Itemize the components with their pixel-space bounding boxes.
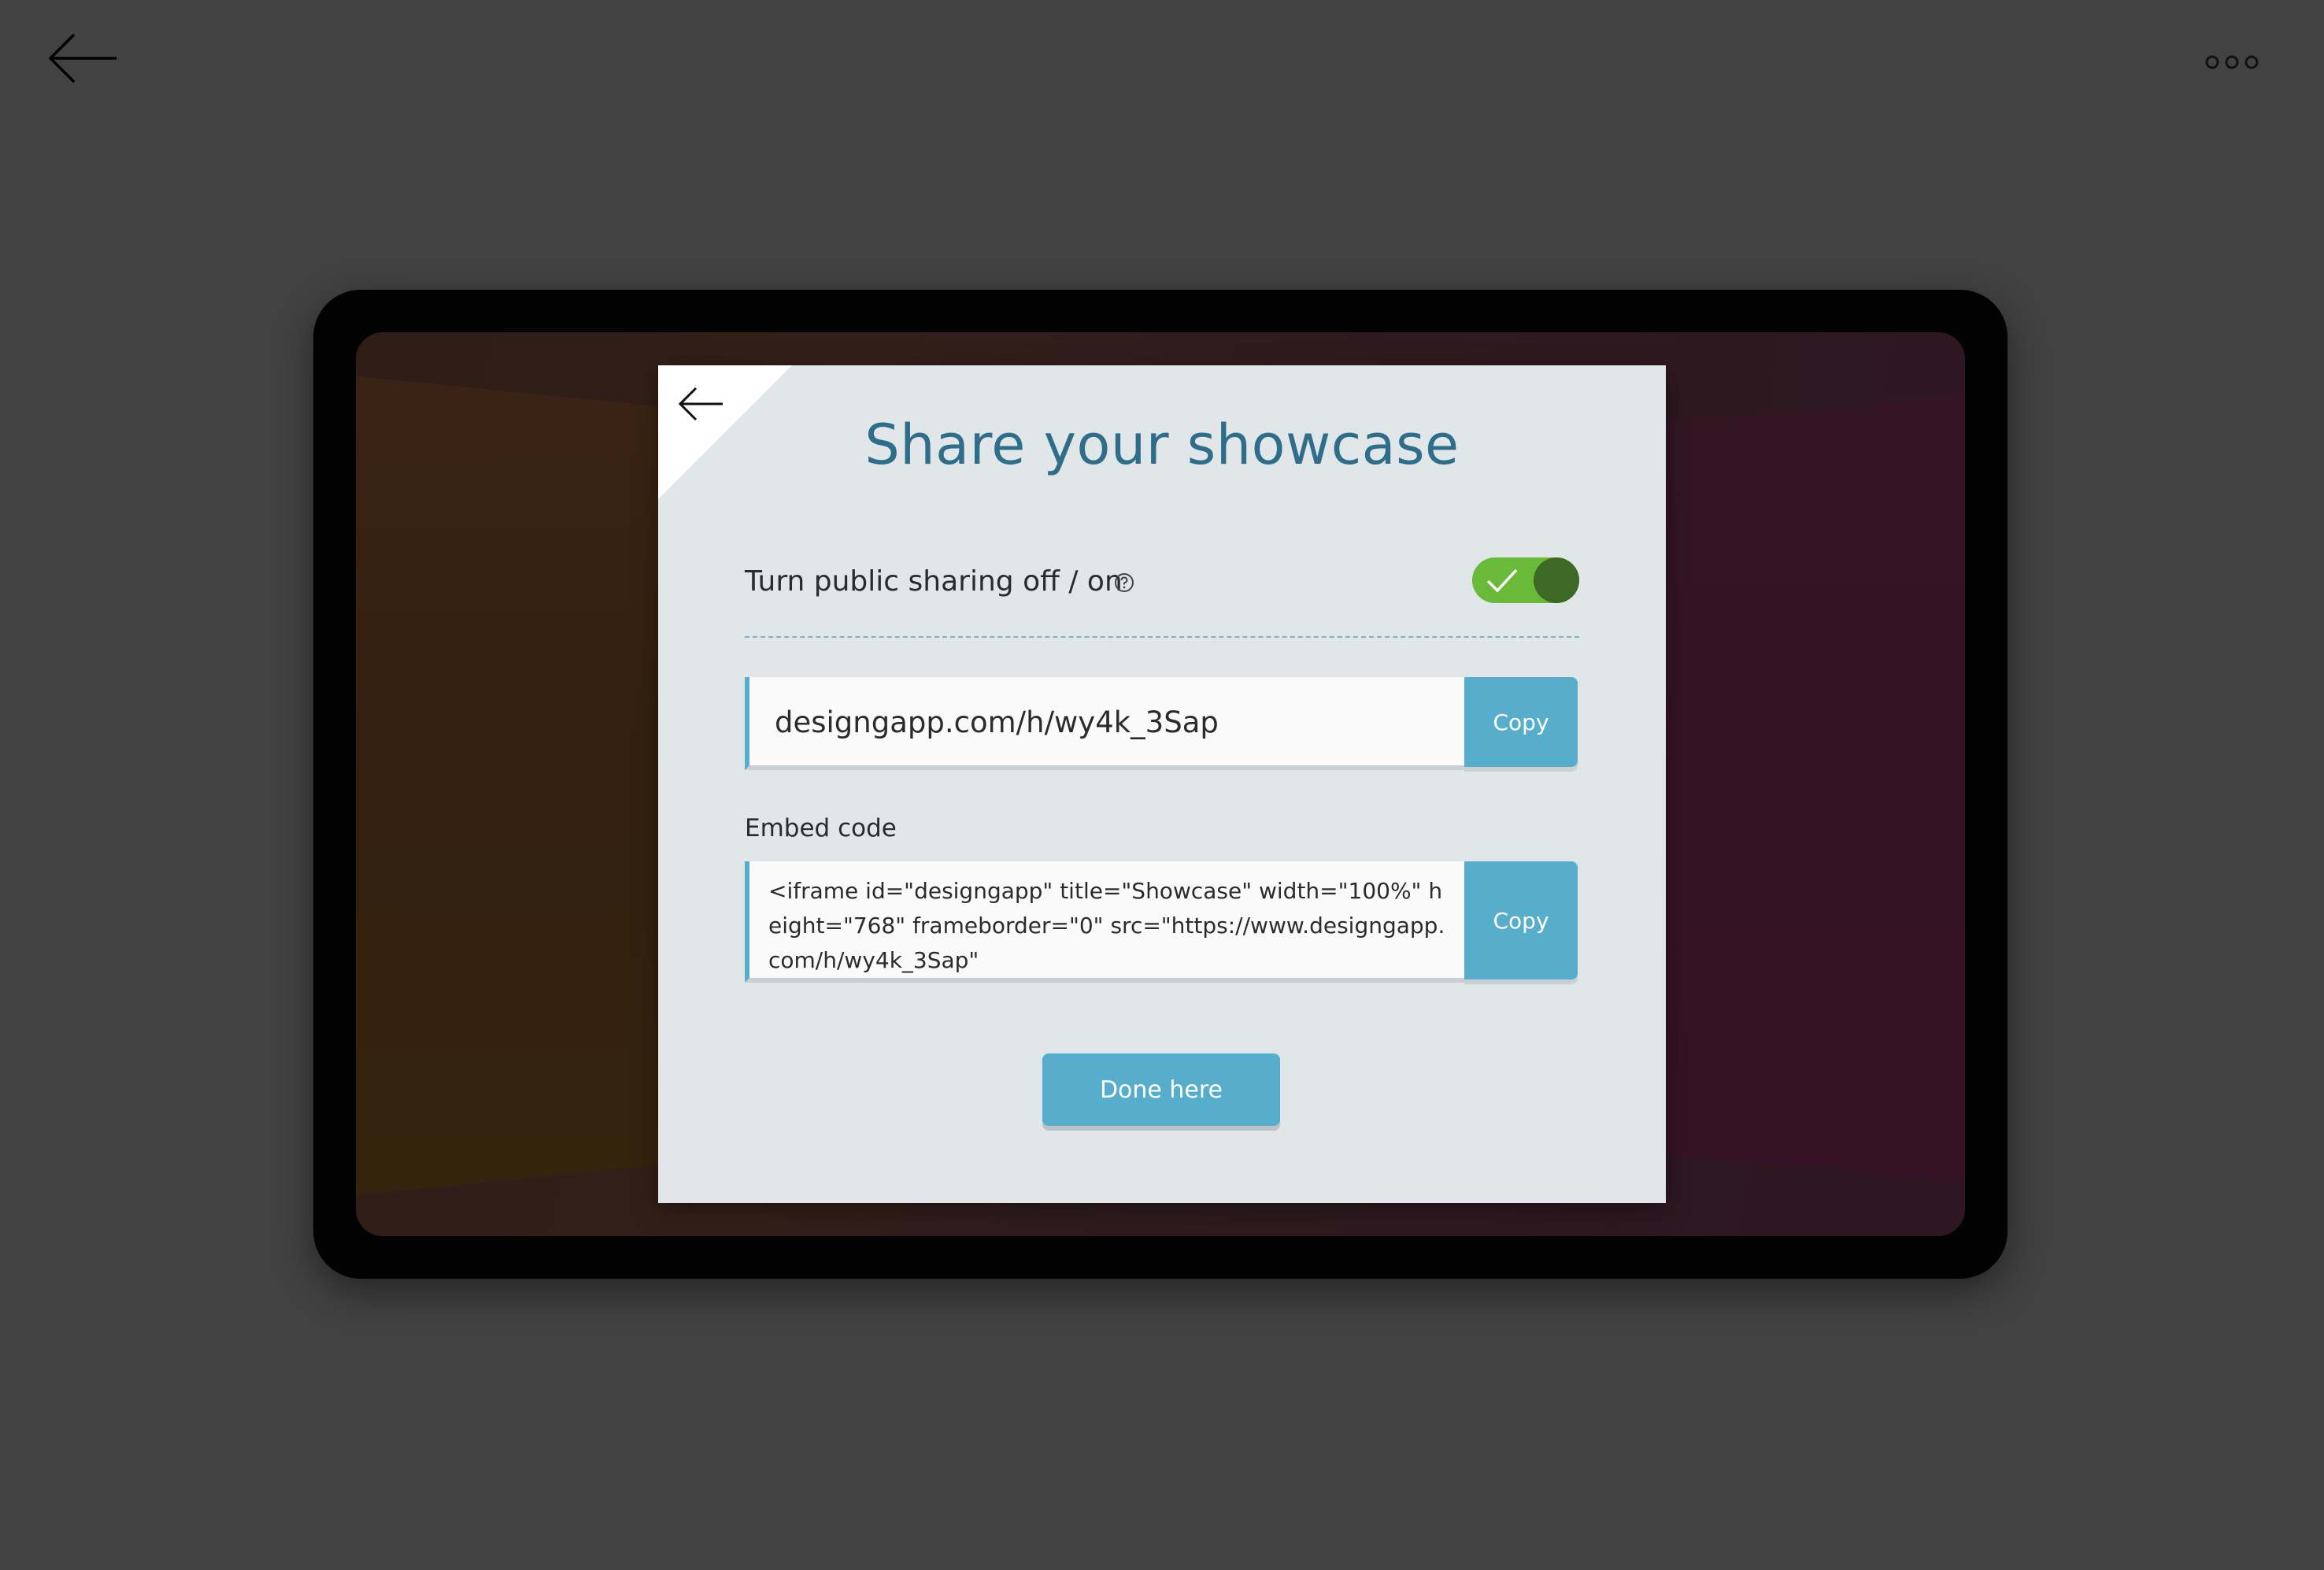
question-circle-icon[interactable] (1113, 572, 1135, 594)
public-sharing-label: Turn public sharing off / on (745, 565, 1123, 598)
check-icon (1486, 568, 1518, 593)
section-divider (745, 636, 1579, 638)
page-back-button[interactable] (46, 30, 121, 87)
share-dialog: Share your showcase Turn public sharing … (658, 365, 1666, 1203)
background-panel-left (356, 376, 686, 1195)
done-button[interactable]: Done here (1042, 1053, 1280, 1126)
dialog-title: Share your showcase (864, 413, 1460, 477)
background-panel-right (1634, 395, 1965, 1183)
embed-code-field[interactable]: <iframe id="designgapp" title="Showcase"… (745, 861, 1466, 983)
more-horizontal-icon (2205, 55, 2259, 69)
arrow-left-icon (48, 33, 117, 83)
share-url-value: designgapp.com/h/wy4k_3Sap (775, 705, 1219, 739)
embed-code-label: Embed code (745, 814, 897, 842)
share-url-field[interactable]: designgapp.com/h/wy4k_3Sap (745, 677, 1466, 770)
copy-embed-button[interactable]: Copy (1464, 861, 1578, 979)
copy-url-button[interactable]: Copy (1464, 677, 1578, 767)
toggle-knob (1534, 557, 1579, 603)
embed-code-value: <iframe id="designgapp" title="Showcase"… (768, 878, 1445, 973)
more-menu-button[interactable] (2196, 49, 2267, 76)
public-sharing-toggle[interactable] (1472, 557, 1579, 603)
public-sharing-row: Turn public sharing off / on (745, 557, 1579, 608)
